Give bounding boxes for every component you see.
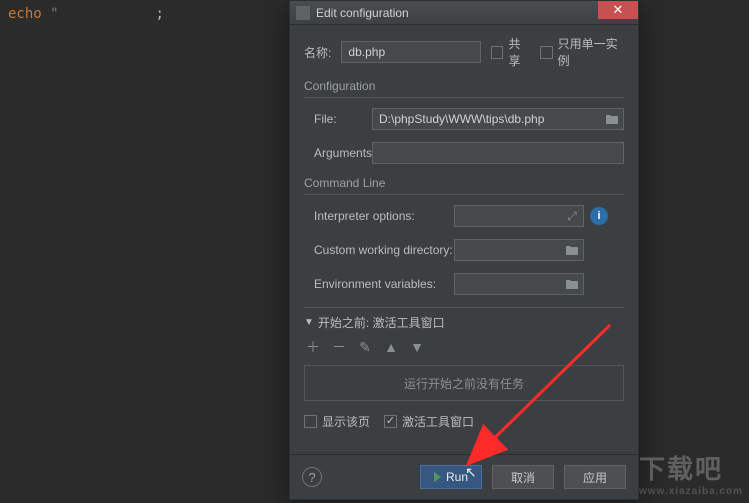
- help-button[interactable]: ?: [302, 467, 322, 487]
- checkbox-checked-icon: [384, 415, 397, 428]
- play-icon: [434, 472, 441, 482]
- dialog-title: Edit configuration: [316, 6, 632, 20]
- section-separator: [304, 97, 624, 98]
- cwd-label: Custom working directory:: [304, 243, 454, 257]
- expand-icon[interactable]: ⤢: [564, 208, 580, 224]
- dialog-titlebar[interactable]: Edit configuration ✕: [290, 1, 638, 25]
- info-icon[interactable]: i: [590, 207, 608, 225]
- code-string-open: ": [50, 6, 58, 22]
- code-keyword: echo: [8, 6, 42, 22]
- before-launch-header[interactable]: ▼ 开始之前: 激活工具窗口: [304, 314, 624, 331]
- env-label: Environment variables:: [304, 277, 454, 291]
- help-icon: ?: [308, 470, 315, 485]
- folder-icon[interactable]: [564, 242, 580, 258]
- cancel-button[interactable]: 取消: [492, 465, 554, 489]
- arguments-label: Arguments:: [304, 146, 372, 160]
- single-instance-checkbox[interactable]: 只用单一实例: [540, 35, 624, 69]
- interpreter-options-label: Interpreter options:: [304, 209, 454, 223]
- before-launch-label: 开始之前: 激活工具窗口: [318, 314, 445, 331]
- section-separator: [304, 307, 624, 308]
- name-label: 名称:: [304, 44, 337, 61]
- close-icon: ✕: [613, 2, 624, 18]
- activate-tool-checkbox[interactable]: 激活工具窗口: [384, 413, 474, 430]
- cancel-label: 取消: [511, 469, 535, 486]
- cwd-field: Custom working directory:: [304, 239, 624, 261]
- watermark-sub: www.xiazaiba.com: [639, 486, 743, 497]
- checkbox-icon: [491, 46, 503, 59]
- single-instance-label: 只用单一实例: [558, 35, 624, 69]
- dialog-footer: ? Run 取消 应用: [290, 454, 638, 499]
- show-page-label: 显示该页: [322, 413, 370, 430]
- apply-label: 应用: [583, 469, 607, 486]
- arguments-field: Arguments:: [304, 142, 624, 164]
- interpreter-options-field: Interpreter options: ⤢ i: [304, 205, 624, 227]
- share-label: 共享: [508, 35, 530, 69]
- run-label: Run: [446, 470, 468, 484]
- close-button[interactable]: ✕: [598, 1, 638, 19]
- edit-icon[interactable]: ✎: [358, 339, 372, 356]
- arguments-input[interactable]: [372, 142, 624, 164]
- code-semicolon: ;: [155, 6, 163, 22]
- remove-icon[interactable]: －: [332, 337, 346, 357]
- show-page-checkbox[interactable]: 显示该页: [304, 413, 370, 430]
- folder-icon[interactable]: [564, 276, 580, 292]
- dialog-body: 名称: 共享 只用单一实例 Configuration File: A: [290, 25, 638, 454]
- up-icon[interactable]: ▲: [384, 339, 398, 355]
- watermark: 下载吧 www.xiazaiba.com: [639, 449, 743, 497]
- apply-button[interactable]: 应用: [564, 465, 626, 489]
- activate-tool-label: 激活工具窗口: [402, 413, 474, 430]
- before-launch-toolbar: ＋ － ✎ ▲ ▼: [304, 331, 624, 365]
- file-input[interactable]: [372, 108, 624, 130]
- add-icon[interactable]: ＋: [306, 337, 320, 357]
- down-icon[interactable]: ▼: [410, 339, 424, 355]
- folder-icon[interactable]: [604, 111, 620, 127]
- env-field: Environment variables:: [304, 273, 624, 295]
- bottom-check-row: 显示该页 激活工具窗口: [304, 413, 624, 430]
- name-row: 名称: 共享 只用单一实例: [304, 35, 624, 69]
- tasks-empty-box: 运行开始之前没有任务: [304, 365, 624, 401]
- chevron-down-icon: ▼: [304, 317, 314, 328]
- name-input[interactable]: [341, 41, 481, 63]
- file-label: File:: [304, 112, 372, 126]
- share-checkbox[interactable]: 共享: [491, 35, 530, 69]
- commandline-section-title: Command Line: [304, 176, 624, 190]
- run-button[interactable]: Run: [420, 465, 482, 489]
- app-icon: [296, 6, 310, 20]
- file-field: File:: [304, 108, 624, 130]
- section-separator: [304, 194, 624, 195]
- no-tasks-label: 运行开始之前没有任务: [404, 375, 524, 392]
- checkbox-icon: [304, 415, 317, 428]
- configuration-section-title: Configuration: [304, 79, 624, 93]
- watermark-main: 下载吧: [639, 454, 723, 484]
- edit-configuration-dialog: Edit configuration ✕ 名称: 共享 只用单一实例 Confi…: [289, 0, 639, 500]
- checkbox-icon: [540, 46, 552, 59]
